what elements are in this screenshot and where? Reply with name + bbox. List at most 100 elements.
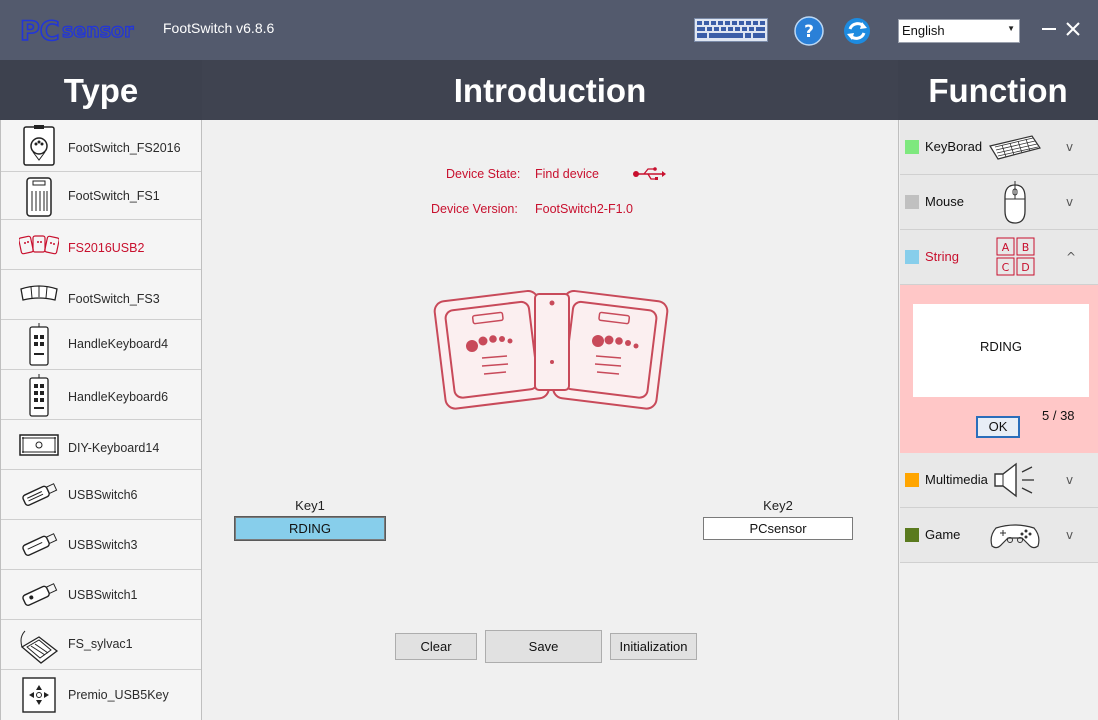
device-state-label: Device State: (446, 167, 521, 181)
function-game-label: Game (925, 527, 961, 542)
close-button[interactable] (1064, 20, 1082, 40)
handle-keyboard6-icon (29, 374, 49, 417)
string-editor-panel: RDING OK 5 / 38 (900, 285, 1098, 453)
chevron-up-icon: ^ (1066, 250, 1077, 264)
initialization-button[interactable]: Initialization (610, 633, 697, 660)
mouse-swatch (905, 195, 919, 209)
type-header: Type (0, 60, 202, 120)
chevron-down-icon: v (1066, 140, 1074, 154)
function-panel: KeyBorad v Mouse v String A B C D ^ RDIN… (898, 120, 1098, 720)
device-version-value: FootSwitch2-F1.0 (535, 202, 633, 216)
type-label: USBSwitch6 (68, 488, 138, 502)
key2-field[interactable]: PCsensor (703, 517, 853, 540)
key1-label: Key1 (295, 498, 325, 513)
svg-text:sensor: sensor (62, 20, 134, 42)
string-text-input[interactable]: RDING (913, 304, 1089, 397)
footswitch-fs1-icon (26, 177, 52, 217)
type-label: FootSwitch_FS3 (68, 292, 160, 306)
string-letter-b: B (1022, 241, 1030, 254)
clear-button[interactable]: Clear (395, 633, 477, 660)
type-item-fs2016usb2[interactable]: FS2016USB2 (1, 220, 201, 270)
type-item-usbswitch3[interactable]: USBSwitch3 (1, 520, 201, 570)
function-keyboard-label: KeyBorad (925, 139, 983, 154)
type-item-handlekeyboard4[interactable]: HandleKeyboard4 (1, 320, 201, 370)
mouse-icon (1004, 181, 1026, 224)
type-label: FootSwitch_FS1 (68, 189, 160, 203)
type-label: USBSwitch3 (68, 538, 138, 552)
ok-button[interactable]: OK (976, 416, 1020, 438)
title-bar: PC sensor FootSwitch v6.8.6 ? English ▼ (0, 0, 1098, 60)
refresh-icon[interactable] (842, 16, 872, 46)
type-label: Premio_USB5Key (68, 688, 169, 702)
function-string[interactable]: String AB CD ^ (900, 230, 1098, 285)
game-swatch (905, 528, 919, 542)
introduction-panel: Device State: Find device Device Version… (202, 120, 898, 720)
type-item-usbswitch1[interactable]: USBSwitch1 (1, 570, 201, 620)
fs-sylvac1-icon (20, 630, 59, 664)
function-header: Function (898, 60, 1098, 120)
type-item-fs-sylvac1[interactable]: FS_sylvac1 (1, 620, 201, 670)
device-version-label: Device Version: (431, 202, 518, 216)
footswitch-fs3-icon (20, 285, 58, 301)
fs2016usb2-icon (19, 235, 59, 255)
type-label: FS_sylvac1 (68, 637, 133, 651)
function-string-label: String (925, 249, 959, 264)
app-window: PC sensor FootSwitch v6.8.6 ? English ▼ … (0, 0, 1098, 720)
type-item-footswitch-fs2016[interactable]: FootSwitch_FS2016 (1, 120, 201, 172)
type-item-footswitch-fs1[interactable]: FootSwitch_FS1 (1, 172, 201, 220)
device-type-list: FootSwitch_FS2016 FootSwitch_FS1 FS2016U… (0, 120, 202, 720)
string-letter-c: C (1002, 261, 1010, 274)
dropdown-arrow-icon: ▼ (1007, 24, 1015, 33)
svg-text:?: ? (804, 22, 814, 42)
language-value: English (902, 23, 945, 38)
language-select[interactable]: English ▼ (898, 19, 1020, 43)
multimedia-swatch (905, 473, 919, 487)
footswitch-device-illustration (433, 290, 669, 410)
type-label: HandleKeyboard4 (68, 337, 169, 351)
usbswitch6-icon (22, 483, 58, 507)
type-item-premio-usb5key[interactable]: Premio_USB5Key (1, 670, 201, 720)
string-letter-a: A (1002, 241, 1010, 254)
function-keyboard[interactable]: KeyBorad v (900, 120, 1098, 175)
svg-text:PC: PC (20, 16, 60, 47)
string-swatch (905, 250, 919, 264)
keyboard-layout-icon[interactable] (694, 18, 768, 42)
minimize-button[interactable] (1040, 18, 1058, 40)
type-label: FootSwitch_FS2016 (68, 141, 181, 155)
function-game[interactable]: Game v (900, 508, 1098, 563)
diy-keyboard14-icon (19, 434, 59, 456)
function-panel-empty-area (900, 563, 1098, 720)
type-item-diy-keyboard14[interactable]: DIY-Keyboard14 (1, 420, 201, 470)
device-state-value: Find device (535, 167, 599, 181)
function-multimedia-label: Multimedia (925, 472, 988, 487)
premio-usb5key-icon (22, 677, 56, 713)
type-label: FS2016USB2 (68, 241, 145, 255)
key1-field[interactable]: RDING (234, 516, 386, 541)
usbswitch3-icon (22, 533, 58, 557)
chevron-down-icon: v (1066, 528, 1074, 542)
usb-icon (633, 167, 666, 180)
keyboard-swatch (905, 140, 919, 154)
type-label: USBSwitch1 (68, 588, 138, 602)
string-abcd-icon: AB CD (996, 237, 1035, 276)
type-label: HandleKeyboard6 (68, 390, 169, 404)
function-mouse-label: Mouse (925, 194, 965, 209)
string-letter-d: D (1021, 261, 1029, 274)
type-item-usbswitch6[interactable]: USBSwitch6 (1, 470, 201, 520)
type-item-footswitch-fs3[interactable]: FootSwitch_FS3 (1, 270, 201, 320)
type-label: DIY-Keyboard14 (68, 441, 160, 455)
pcsensor-logo: PC sensor (19, 15, 135, 47)
gamepad-icon (990, 524, 1040, 549)
usbswitch1-icon (22, 583, 58, 607)
footswitch-fs2016-icon (23, 125, 55, 166)
function-mouse[interactable]: Mouse v (900, 175, 1098, 230)
type-item-handlekeyboard6[interactable]: HandleKeyboard6 (1, 370, 201, 420)
function-multimedia[interactable]: Multimedia v (900, 453, 1098, 508)
introduction-header: Introduction (202, 60, 898, 120)
key2-label: Key2 (763, 498, 793, 513)
keyboard-icon (989, 135, 1041, 160)
handle-keyboard4-icon (29, 323, 49, 366)
character-counter: 5 / 38 (1042, 408, 1075, 423)
save-button[interactable]: Save (485, 630, 602, 663)
help-icon[interactable]: ? (794, 16, 824, 46)
